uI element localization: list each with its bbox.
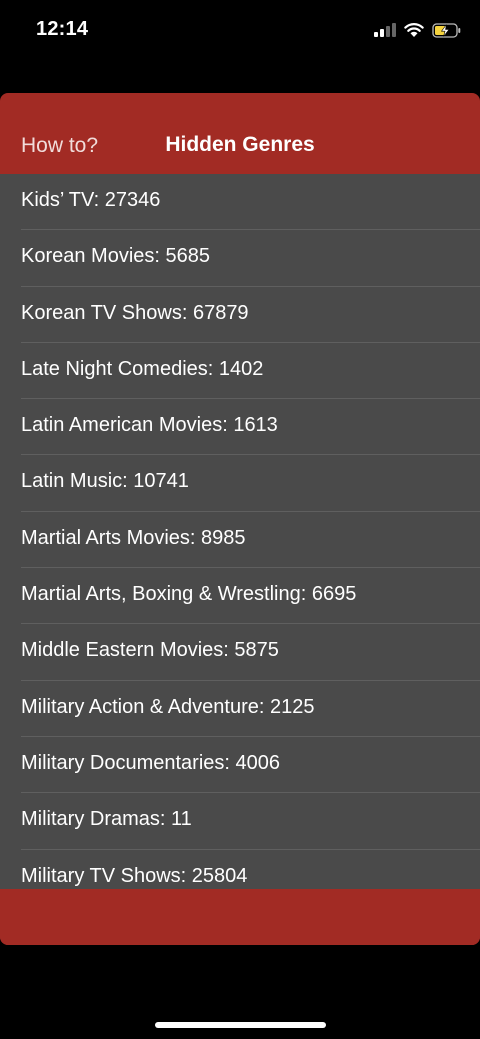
status-icons (374, 20, 462, 40)
list-item[interactable]: Kids’ TV: 27346 (0, 174, 480, 231)
genre-list[interactable]: Kids’ TV: 27346 Korean Movies: 5685 Kore… (0, 174, 480, 889)
nav-header: How to? Hidden Genres (0, 93, 480, 174)
genre-label: Martial Arts, Boxing & Wrestling: 6695 (21, 583, 357, 606)
genre-label: Latin Music: 10741 (21, 470, 189, 493)
list-item[interactable]: Military Dramas: 11 (0, 793, 480, 850)
list-item[interactable]: Latin Music: 10741 (0, 455, 480, 512)
status-time: 12:14 (36, 18, 89, 40)
home-indicator[interactable] (155, 1022, 326, 1028)
bottom-bar (0, 889, 480, 945)
genre-label: Military Dramas: 11 (21, 808, 192, 831)
genres-panel: How to? Hidden Genres Kids’ TV: 27346 Ko… (0, 93, 480, 945)
genre-label: Kids’ TV: 27346 (21, 189, 161, 211)
list-item[interactable]: Late Night Comedies: 1402 (0, 343, 480, 400)
list-item[interactable]: Military Action & Adventure: 2125 (0, 681, 480, 737)
wifi-icon (404, 22, 424, 37)
genre-label: Military Documentaries: 4006 (21, 751, 280, 774)
list-item[interactable]: Middle Eastern Movies: 5875 (0, 624, 480, 681)
genre-label: Middle Eastern Movies: 5875 (21, 639, 279, 662)
status-bar: 12:14 (0, 0, 480, 60)
genre-label: Korean TV Shows: 67879 (21, 301, 249, 324)
genre-label: Military Action & Adventure: 2125 (21, 695, 315, 718)
genre-label: Korean Movies: 5685 (21, 245, 211, 268)
list-item[interactable]: Korean Movies: 5685 (0, 230, 480, 287)
genre-label: Martial Arts Movies: 8985 (21, 526, 246, 549)
list-item[interactable]: Martial Arts, Boxing & Wrestling: 6695 (0, 568, 480, 625)
list-item[interactable]: Martial Arts Movies: 8985 (0, 512, 480, 569)
cellular-signal-icon (374, 23, 396, 37)
genre-label: Latin American Movies: 1613 (21, 414, 278, 437)
list-item[interactable]: Military TV Shows: 25804 (0, 850, 480, 889)
genre-label: Late Night Comedies: 1402 (21, 357, 264, 380)
list-item[interactable]: Latin American Movies: 1613 (0, 399, 480, 456)
battery-charging-icon (432, 22, 461, 38)
list-item[interactable]: Military Documentaries: 4006 (0, 737, 480, 794)
list-item[interactable]: Korean TV Shows: 67879 (0, 287, 480, 343)
genre-label: Military TV Shows: 25804 (21, 864, 248, 887)
page-title: Hidden Genres (165, 133, 315, 156)
